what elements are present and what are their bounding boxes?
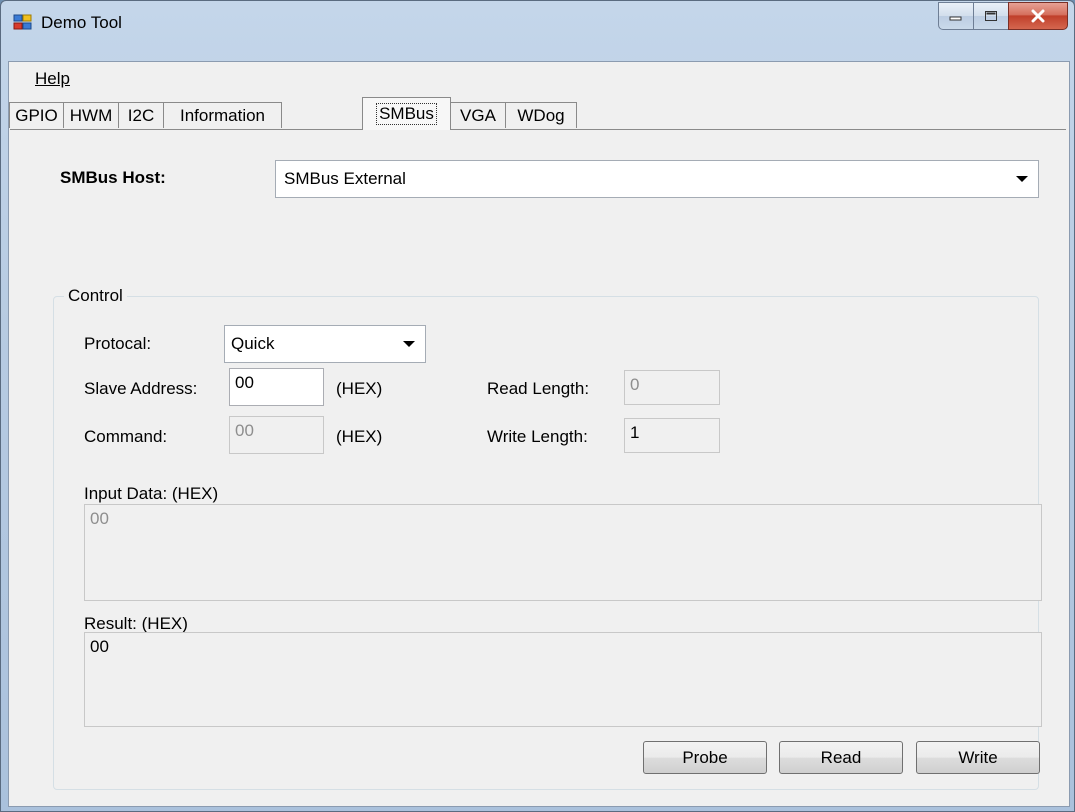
app-window: Demo Tool Help GPIO HWM I2C Information … — [0, 0, 1075, 812]
read-length-input[interactable]: 0 — [624, 370, 720, 405]
menu-bar: Help — [9, 62, 1069, 91]
result-textarea[interactable]: 00 — [84, 632, 1042, 727]
maximize-icon — [985, 11, 997, 21]
close-button[interactable] — [1008, 2, 1068, 30]
chevron-down-icon — [403, 341, 415, 347]
input-data-label: Input Data: (HEX) — [84, 484, 219, 503]
write-length-input[interactable]: 1 — [624, 418, 720, 453]
command-input[interactable]: 00 — [229, 416, 324, 454]
tab-smbus[interactable]: SMBus — [362, 97, 451, 130]
slave-address-label: Slave Address: — [84, 379, 198, 398]
maximize-button[interactable] — [973, 2, 1009, 30]
client-area: Help GPIO HWM I2C Information SMBus VGA … — [8, 61, 1070, 807]
slave-address-unit: (HEX) — [336, 379, 383, 398]
command-label: Command: — [84, 427, 168, 446]
slave-address-input[interactable]: 00 — [229, 368, 324, 406]
protocol-value: Quick — [231, 334, 275, 353]
smbus-host-label: SMBus Host: — [60, 168, 166, 187]
control-group-title: Control — [64, 286, 127, 306]
smbus-host-value: SMBus External — [284, 169, 406, 188]
write-length-label: Write Length: — [487, 427, 588, 446]
window-title: Demo Tool — [41, 13, 122, 32]
chevron-down-icon — [1016, 176, 1028, 182]
read-button[interactable]: Read — [779, 741, 903, 774]
smbus-tab-page: SMBus Host: SMBus External Control Proto… — [10, 129, 1066, 805]
result-label: Result: (HEX) — [84, 614, 188, 633]
tab-strip: GPIO HWM I2C Information SMBus VGA WDog — [9, 96, 1069, 130]
tab-gpio[interactable]: GPIO — [9, 102, 64, 128]
command-unit: (HEX) — [336, 427, 383, 446]
minimize-icon — [949, 16, 962, 21]
input-data-textarea[interactable]: 00 — [84, 504, 1042, 601]
read-length-label: Read Length: — [487, 379, 590, 398]
close-icon — [1031, 9, 1045, 23]
tab-wdog[interactable]: WDog — [505, 102, 577, 128]
title-bar[interactable]: Demo Tool — [1, 1, 1074, 45]
write-button[interactable]: Write — [916, 741, 1040, 774]
app-icon — [13, 14, 32, 30]
tab-i2c[interactable]: I2C — [118, 102, 164, 128]
smbus-host-select[interactable]: SMBus External — [275, 160, 1039, 198]
minimize-button[interactable] — [938, 2, 974, 30]
tab-hwm[interactable]: HWM — [63, 102, 119, 128]
protocol-label: Protocal: — [84, 334, 152, 353]
tab-information[interactable]: Information — [163, 102, 282, 128]
probe-button[interactable]: Probe — [643, 741, 767, 774]
menu-help[interactable]: Help — [35, 69, 70, 89]
tab-vga[interactable]: VGA — [450, 102, 506, 128]
window-controls — [938, 2, 1068, 30]
protocol-select[interactable]: Quick — [224, 325, 426, 363]
